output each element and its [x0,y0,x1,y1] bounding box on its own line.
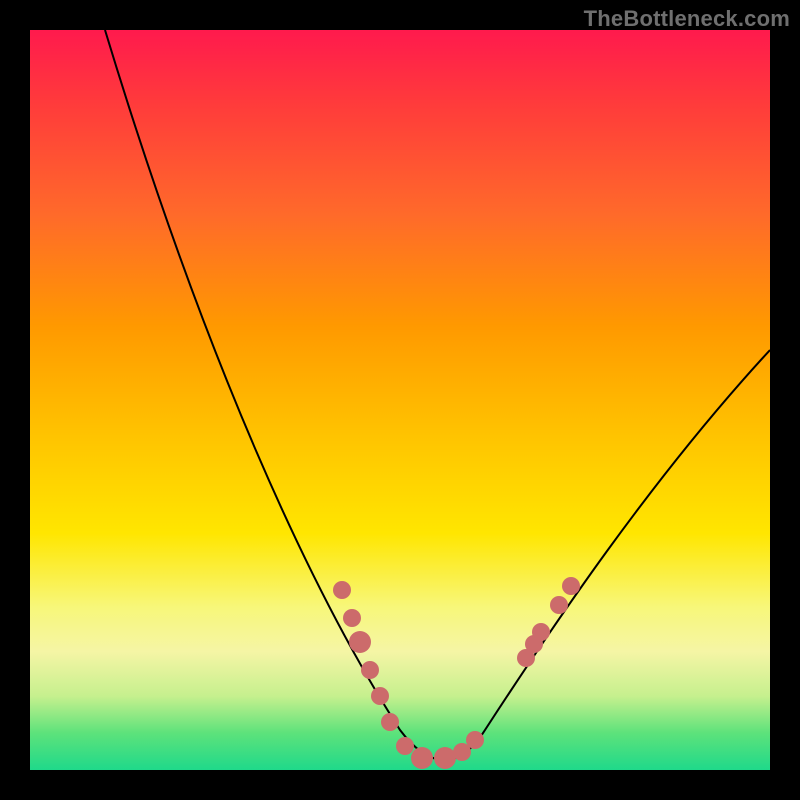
curve-marker [396,737,414,755]
curve-marker [411,747,433,769]
curve-marker [550,596,568,614]
chart-frame: TheBottleneck.com [0,0,800,800]
curve-marker [434,747,456,769]
curve-markers [333,577,580,769]
curve-marker [349,631,371,653]
curve-marker [532,623,550,641]
curve-marker [466,731,484,749]
curve-marker [343,609,361,627]
bottleneck-curve [105,30,770,760]
chart-svg [30,30,770,770]
curve-marker [333,581,351,599]
watermark-text: TheBottleneck.com [584,6,790,32]
curve-marker [361,661,379,679]
curve-marker [562,577,580,595]
plot-area [30,30,770,770]
curve-marker [371,687,389,705]
curve-marker [381,713,399,731]
